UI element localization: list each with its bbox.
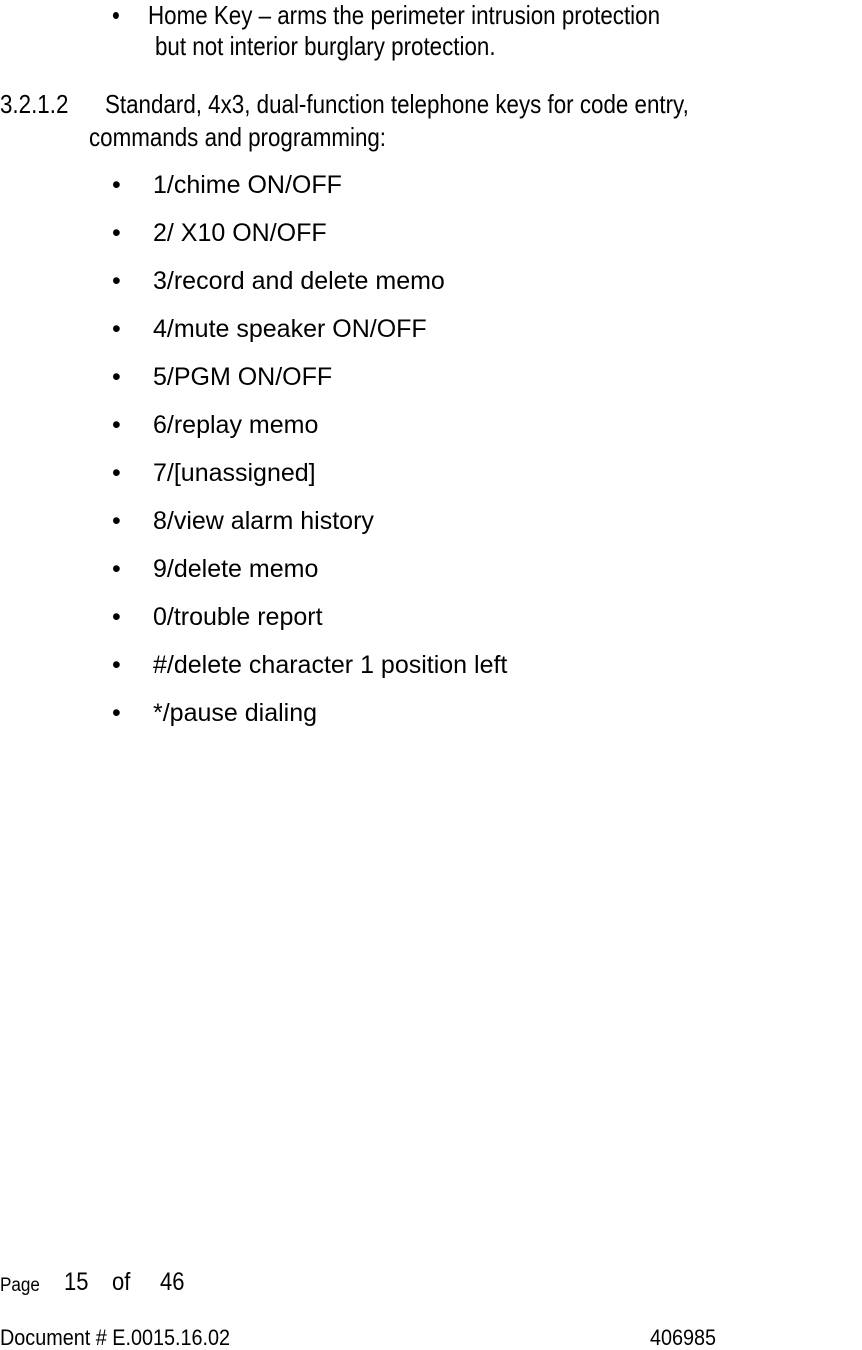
bullet-icon: • (112, 459, 121, 487)
document-code: 406985 (650, 1325, 717, 1350)
list-item: • */pause dialing (0, 701, 862, 731)
list-item: • 5/PGM ON/OFF (0, 365, 862, 395)
list-item-text: 7/[unassigned] (153, 459, 316, 487)
section-title-line-2: commands and programming: (89, 122, 387, 152)
intro-bullet-line-1: Home Key – arms the perimeter intrusion … (148, 0, 661, 30)
bullet-icon: • (112, 267, 121, 295)
list-item: • 6/replay memo (0, 413, 862, 443)
list-item: • 9/delete memo (0, 557, 862, 587)
list-item-text: 3/record and delete memo (153, 267, 445, 295)
list-item-text: 4/mute speaker ON/OFF (153, 315, 427, 343)
list-item: • 7/[unassigned] (0, 461, 862, 491)
bullet-icon: • (112, 507, 121, 535)
list-item: • 0/trouble report (0, 605, 862, 635)
of-label: of (112, 1268, 131, 1296)
list-item-text: 1/chime ON/OFF (153, 171, 342, 199)
bullet-icon: • (112, 0, 120, 30)
bullet-icon: • (112, 315, 121, 343)
bullet-icon: • (112, 411, 121, 439)
page-number: 15 (64, 1268, 89, 1296)
list-item: • 3/record and delete memo (0, 269, 862, 299)
list-item: • #/delete character 1 position left (0, 653, 862, 683)
bullet-icon: • (112, 363, 121, 391)
list-item-text: */pause dialing (153, 699, 318, 727)
page-label: Page (0, 1275, 40, 1296)
bullet-icon: • (112, 555, 121, 583)
list-item-text: 5/PGM ON/OFF (153, 363, 333, 391)
list-item: • 2/ X10 ON/OFF (0, 221, 862, 251)
list-item-text: #/delete character 1 position left (153, 651, 508, 679)
document-number: Document # E.0015.16.02 (0, 1325, 231, 1350)
list-item: • 4/mute speaker ON/OFF (0, 317, 862, 347)
list-item: • 1/chime ON/OFF (0, 173, 862, 203)
list-item-text: 8/view alarm history (153, 507, 374, 535)
list-item-text: 9/delete memo (153, 555, 319, 583)
intro-bullet-line-2: but not interior burglary protection. (155, 31, 496, 61)
section-number: 3.2.1.2 (0, 89, 69, 119)
bullet-icon: • (112, 651, 121, 679)
section-title-line-1: Standard, 4x3, dual-function telephone k… (105, 89, 689, 119)
list-item-text: 6/replay memo (153, 411, 319, 439)
bullet-icon: • (112, 171, 121, 199)
bullet-icon: • (112, 603, 121, 631)
list-item-text: 2/ X10 ON/OFF (153, 219, 327, 247)
list-item-text: 0/trouble report (153, 603, 323, 631)
total-pages: 46 (160, 1268, 185, 1296)
list-item: • 8/view alarm history (0, 509, 862, 539)
bullet-icon: • (112, 219, 121, 247)
bullet-icon: • (112, 699, 121, 727)
